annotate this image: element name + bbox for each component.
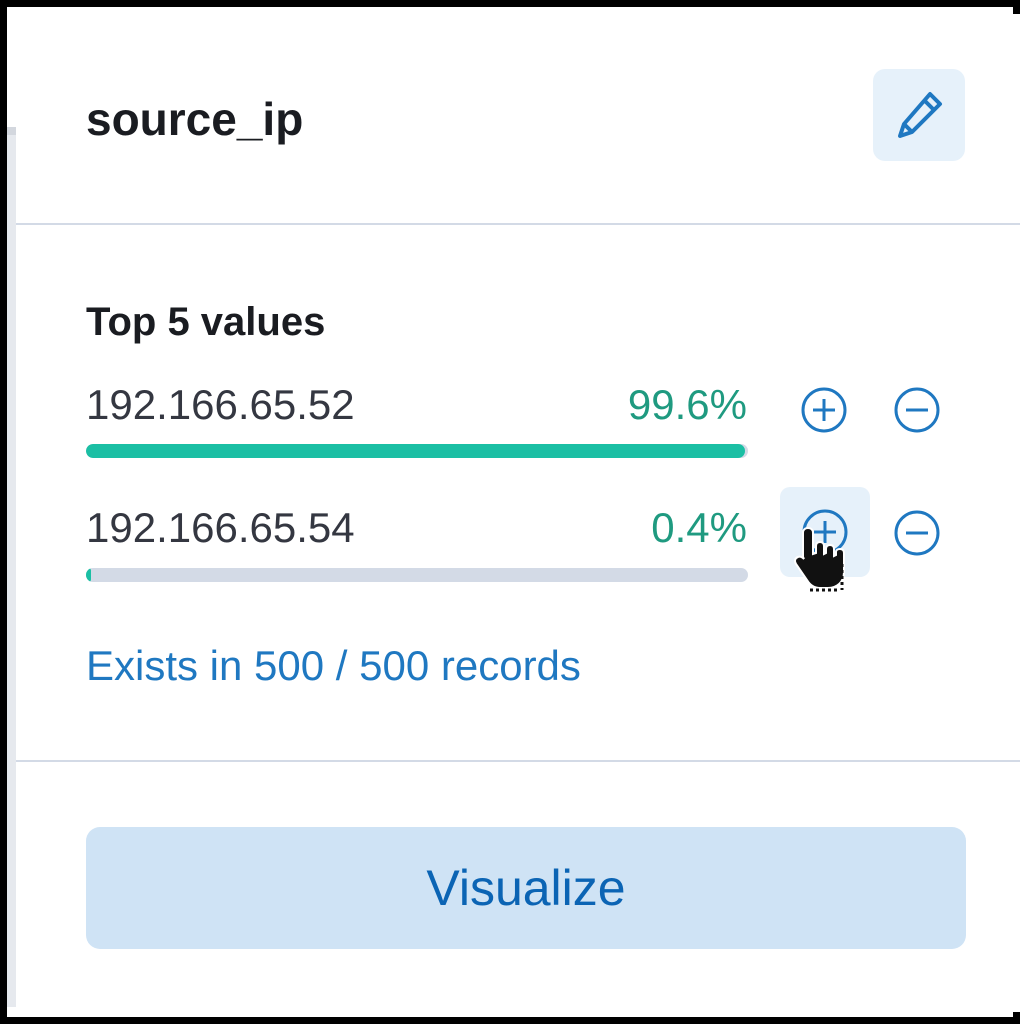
filter-out-value-button[interactable] [884,377,950,443]
minus-circle-icon [894,387,940,433]
background-rule [7,127,16,1007]
background-rule-notch [7,127,16,135]
filter-for-value-button[interactable] [791,377,857,443]
field-details-popover: source_ip Top 5 values 192.166.65.52 99.… [16,14,1020,1012]
value-label: 192.166.65.52 [86,381,355,428]
filter-out-value-button[interactable] [884,500,950,566]
exists-in-records-link[interactable]: Exists in 500 / 500 records [86,642,581,690]
minus-circle-icon [894,510,940,556]
value-percent: 99.6% [627,381,747,428]
visualize-button[interactable]: Visualize [86,827,966,949]
value-progress-fill [86,444,746,458]
field-name-title: source_ip [86,93,304,145]
value-progress-fill [86,568,91,582]
window-frame: source_ip Top 5 values 192.166.65.52 99.… [0,0,1020,1024]
filter-for-value-button[interactable] [780,487,870,577]
value-progress-bar [86,568,748,582]
footer-divider [16,760,1020,762]
plus-circle-icon [801,387,847,433]
header-divider [16,223,1020,225]
top-values-heading: Top 5 values [86,300,326,344]
value-percent: 0.4% [651,504,747,551]
value-progress-bar [86,444,748,458]
plus-circle-icon [802,509,848,555]
value-label: 192.166.65.54 [86,504,355,551]
edit-field-button[interactable] [873,69,965,161]
pencil-icon [898,92,942,138]
